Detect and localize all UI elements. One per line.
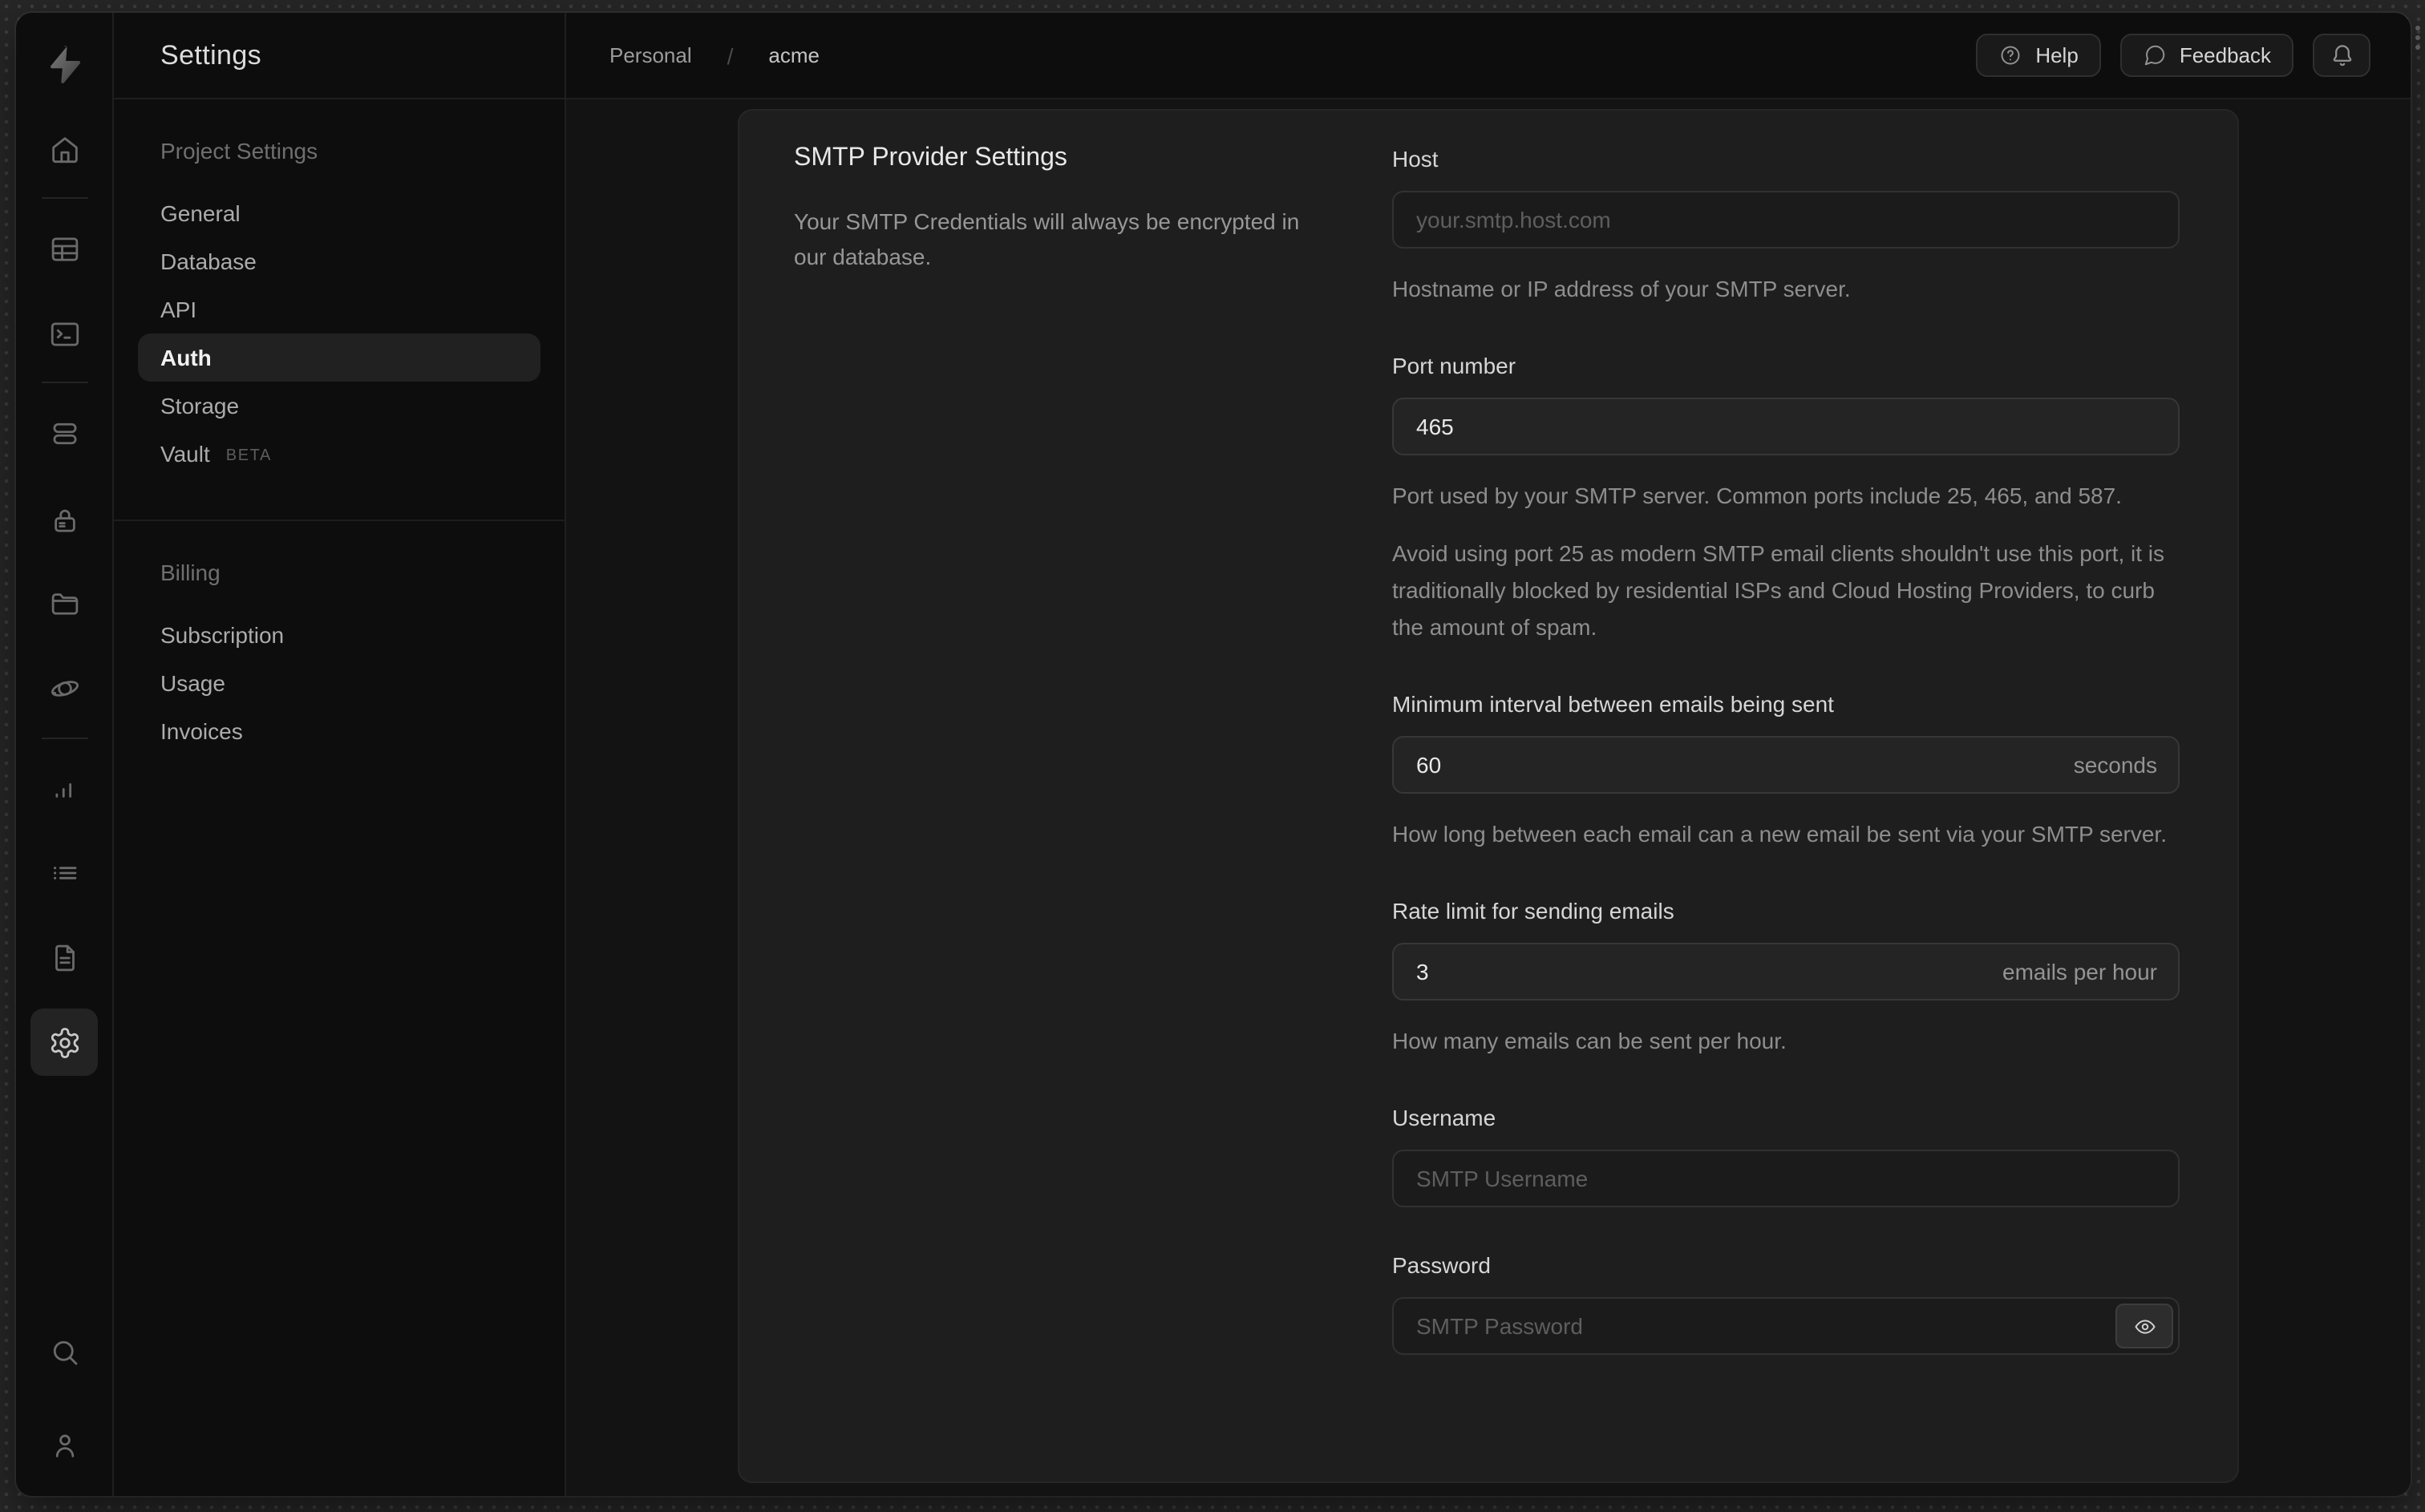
- breadcrumb-org[interactable]: Personal: [609, 43, 692, 67]
- nav-item-database[interactable]: Database: [138, 237, 540, 285]
- rate-helper-text: How many emails can be sent per hour.: [1392, 1028, 1787, 1053]
- breadcrumb-project[interactable]: acme: [768, 43, 820, 67]
- eye-icon: [2132, 1314, 2156, 1338]
- nav-item-subscription[interactable]: Subscription: [138, 611, 540, 659]
- username-input[interactable]: [1392, 1150, 2180, 1207]
- nav-section-billing: Billing Subscription Usage Invoices: [114, 519, 565, 797]
- interval-input[interactable]: [1392, 736, 2180, 794]
- port-helper-text: Port used by your SMTP server. Common po…: [1392, 483, 2122, 508]
- user-icon[interactable]: [30, 1411, 98, 1478]
- desktop-background: Settings Project Settings General Databa…: [0, 0, 2425, 1512]
- nav-item-usage[interactable]: Usage: [138, 659, 540, 707]
- content-area: Personal / acme Help Feedback SMTP Provi…: [566, 13, 2411, 1496]
- settings-nav-panel: Settings Project Settings General Databa…: [114, 13, 566, 1496]
- bell-icon: [2328, 42, 2355, 69]
- username-label: Username: [1392, 1105, 1496, 1130]
- table-editor-icon[interactable]: [30, 215, 98, 282]
- help-button[interactable]: Help: [1976, 34, 2101, 77]
- rate-limit-input[interactable]: [1392, 943, 2180, 1001]
- host-helper-text: Hostname or IP address of your SMTP serv…: [1392, 276, 1851, 301]
- nav-item-auth[interactable]: Auth: [138, 334, 540, 382]
- port-label: Port number: [1392, 353, 1516, 378]
- help-circle-icon: [1998, 43, 2022, 67]
- nav-section-header: Project Settings: [160, 138, 318, 164]
- docs-file-icon[interactable]: [30, 924, 98, 991]
- smtp-panel-title: SMTP Provider Settings: [794, 144, 1067, 172]
- reports-chart-icon[interactable]: [30, 754, 98, 821]
- smtp-panel-intro: SMTP Provider Settings Your SMTP Credent…: [794, 144, 1326, 274]
- password-input[interactable]: [1392, 1297, 2180, 1355]
- interval-helper-text: How long between each email can a new em…: [1392, 821, 2167, 847]
- nav-item-vault[interactable]: Vault BETA: [138, 430, 540, 478]
- page-title: Settings: [160, 39, 262, 70]
- nav-item-invoices[interactable]: Invoices: [138, 707, 540, 755]
- nav-item-general[interactable]: General: [138, 189, 540, 237]
- sql-editor-icon[interactable]: [30, 300, 98, 367]
- host-input[interactable]: [1392, 191, 2180, 249]
- rail-divider: [42, 738, 88, 739]
- reveal-password-button[interactable]: [2115, 1304, 2173, 1348]
- smtp-settings-panel: SMTP Provider Settings Your SMTP Credent…: [738, 109, 2239, 1483]
- window-handle-dots: [2415, 26, 2420, 50]
- port-warning-text: Avoid using port 25 as modern SMTP email…: [1392, 540, 2165, 640]
- help-button-label: Help: [2035, 43, 2079, 67]
- search-icon[interactable]: [30, 1318, 98, 1385]
- feedback-button-label: Feedback: [2179, 43, 2271, 67]
- settings-main: SMTP Provider Settings Your SMTP Credent…: [566, 99, 2411, 1496]
- top-bar: Personal / acme Help Feedback: [566, 13, 2411, 99]
- feedback-button[interactable]: Feedback: [2119, 34, 2293, 77]
- edge-functions-orbit-icon[interactable]: [30, 654, 98, 722]
- port-input[interactable]: [1392, 398, 2180, 455]
- rail-divider: [42, 382, 88, 383]
- notifications-button[interactable]: [2313, 34, 2370, 77]
- supabase-logo-icon[interactable]: [35, 35, 93, 93]
- nav-item-label: Vault: [160, 441, 210, 467]
- interval-label: Minimum interval between emails being se…: [1392, 691, 1834, 717]
- host-label: Host: [1392, 146, 1439, 172]
- header-actions: Help Feedback: [1976, 34, 2370, 77]
- rail-divider: [42, 197, 88, 199]
- rate-limit-label: Rate limit for sending emails: [1392, 898, 1674, 924]
- nav-header: Settings: [114, 13, 565, 99]
- nav-section-header: Billing: [160, 560, 221, 585]
- nav-section-project-settings: Project Settings General Database API Au…: [114, 99, 565, 519]
- nav-item-api[interactable]: API: [138, 285, 540, 334]
- settings-gear-icon[interactable]: [30, 1009, 98, 1076]
- breadcrumb-separator: /: [727, 42, 734, 68]
- breadcrumb: Personal / acme: [609, 42, 820, 68]
- storage-folder-icon[interactable]: [30, 569, 98, 637]
- nav-item-storage[interactable]: Storage: [138, 382, 540, 430]
- app-window: Settings Project Settings General Databa…: [16, 13, 2411, 1496]
- beta-badge: BETA: [225, 447, 272, 464]
- speech-bubble-icon: [2143, 43, 2167, 67]
- home-icon[interactable]: [30, 115, 98, 183]
- password-label: Password: [1392, 1252, 1491, 1278]
- logs-list-icon[interactable]: [30, 839, 98, 906]
- database-icon[interactable]: [30, 399, 98, 467]
- smtp-panel-description: Your SMTP Credentials will always be enc…: [794, 208, 1300, 269]
- icon-rail: [16, 13, 114, 1496]
- smtp-form: Host Hostname or IP address of your SMTP…: [1392, 111, 2180, 1355]
- auth-lock-icon[interactable]: [30, 486, 98, 553]
